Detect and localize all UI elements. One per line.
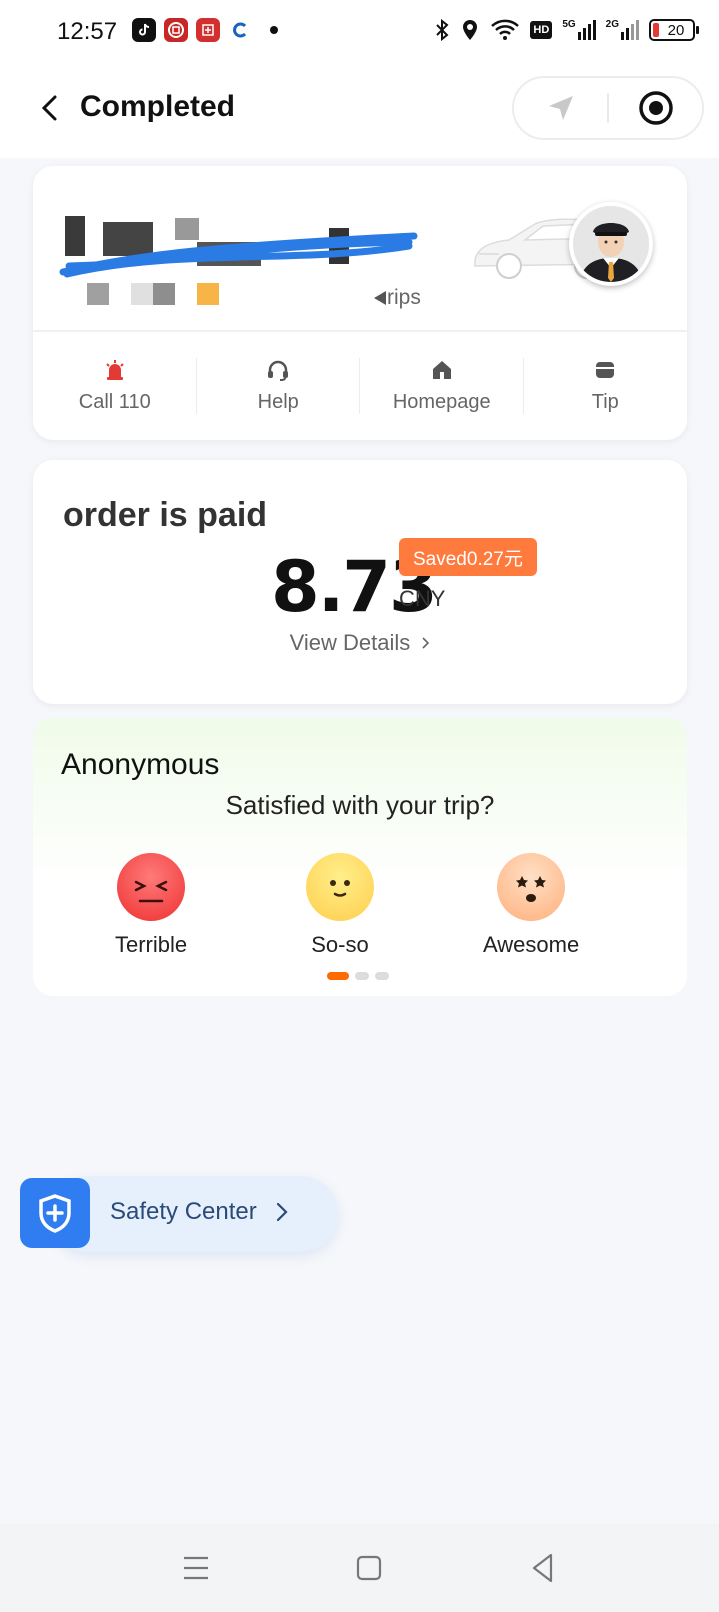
rating-options: Terrible So-so Awesome (33, 852, 687, 962)
header-actions (512, 76, 704, 140)
safety-center-label: Safety Center (110, 1198, 257, 1225)
neutral-face-icon (306, 853, 374, 921)
tip-button[interactable]: Tip (524, 342, 688, 430)
saved-badge: Saved0.27元 (399, 538, 537, 576)
action-label: Help (257, 390, 299, 413)
chevron-right-icon (276, 1202, 288, 1222)
rating-question: Satisfied with your trip? (225, 790, 495, 820)
menu-icon[interactable] (176, 1552, 216, 1584)
star-eyes-face-icon (497, 853, 566, 921)
homepage-button[interactable]: Homepage (360, 342, 524, 430)
signal-2g-icon: 2G (606, 20, 639, 40)
rating-awesome[interactable]: Awesome (483, 852, 579, 958)
rating-label: Awesome (483, 932, 580, 957)
more-notifications-dot (270, 26, 278, 34)
bank-icon (164, 18, 188, 42)
redacted-pixel (131, 283, 153, 305)
card-divider (33, 330, 687, 332)
page-title: Completed (80, 90, 236, 123)
action-label: Homepage (392, 390, 491, 413)
hd-icon: HD (530, 21, 553, 39)
navigate-arrow-icon[interactable] (514, 78, 607, 138)
safety-center-button[interactable]: Safety Center (20, 1176, 338, 1252)
page-header: Completed (0, 66, 719, 158)
call-110-button[interactable]: Call 110 (33, 342, 197, 430)
wifi-icon (491, 19, 520, 40)
page-dot (375, 972, 389, 980)
payment-status: order is paid (63, 496, 268, 534)
home-icon (432, 360, 451, 379)
system-navigation-bar (0, 1524, 719, 1612)
driver-actions: Call 110 Help Homepage Tip (33, 342, 687, 430)
anonymous-label: Anonymous (61, 748, 220, 781)
redaction-scribble (59, 232, 418, 278)
bluetooth-icon (436, 18, 449, 42)
chevron-right-icon (422, 637, 430, 649)
system-icons: HD 5G 2G 20 (434, 18, 699, 42)
status-time: 12:57 (57, 18, 118, 45)
page-dot (355, 972, 369, 980)
home-square-icon[interactable] (349, 1552, 389, 1584)
view-details-link[interactable]: View Details (33, 630, 687, 656)
angry-face-icon (117, 853, 186, 921)
page-dot-active (327, 972, 349, 980)
rating-label: Terrible (115, 932, 188, 957)
status-bar: 12:57 HD 5G 2G 20 (0, 0, 719, 66)
driver-card: rips Call 110 Help Homepage Tip (33, 166, 687, 440)
back-icon[interactable] (524, 1552, 564, 1584)
currency-label: CNY (399, 586, 446, 611)
page-indicator (327, 972, 389, 980)
alarm-icon (106, 359, 124, 380)
back-arrow-icon[interactable] (32, 90, 68, 126)
location-icon (463, 20, 478, 40)
redacted-pixel (197, 283, 219, 305)
battery-indicator: 20 (649, 19, 699, 41)
help-button[interactable]: Help (197, 342, 360, 430)
rating-card: Anonymous Satisfied with your trip? Terr… (33, 718, 687, 996)
record-icon[interactable] (609, 78, 702, 138)
netease-icon (196, 18, 220, 42)
notification-icons (132, 18, 278, 42)
payment-card: order is paid 8.73 Saved0.27元 CNY View D… (33, 460, 687, 704)
redacted-pixel (87, 283, 109, 305)
wallet-icon (596, 361, 615, 378)
action-label: Tip (591, 390, 619, 413)
shield-plus-icon (20, 1178, 90, 1248)
action-label: Call 110 (78, 390, 151, 413)
redacted-pixel (374, 291, 386, 305)
app-c-icon (228, 18, 252, 42)
trips-count-label: rips (373, 286, 421, 310)
headset-icon (268, 360, 289, 381)
signal-5g-icon: 5G (562, 20, 596, 40)
driver-avatar[interactable] (569, 202, 653, 286)
redacted-pixel (153, 283, 175, 305)
rating-so-so[interactable]: So-so (305, 852, 375, 958)
rating-label: So-so (311, 932, 369, 957)
tiktok-icon (132, 18, 156, 42)
rating-terrible[interactable]: Terrible (115, 852, 187, 958)
